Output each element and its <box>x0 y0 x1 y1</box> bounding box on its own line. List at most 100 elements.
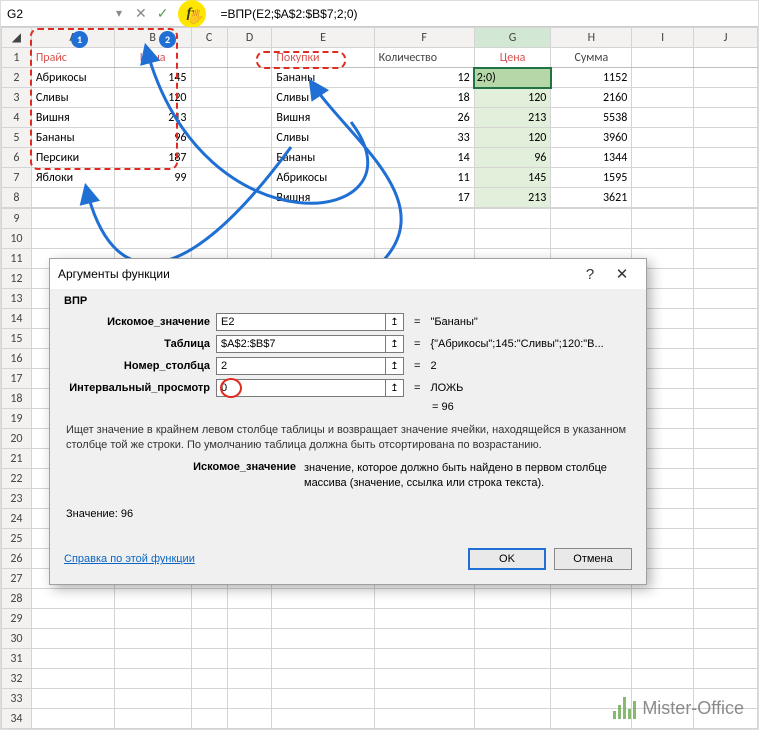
selected-cell[interactable]: 2;0) <box>474 68 551 88</box>
cell[interactable] <box>227 48 272 68</box>
cell[interactable]: 18 <box>374 88 474 108</box>
cell[interactable]: 5538 <box>551 108 632 128</box>
cell[interactable]: 99 <box>114 168 191 188</box>
cell[interactable] <box>694 589 758 609</box>
cell[interactable] <box>227 629 272 649</box>
cell[interactable] <box>191 209 227 229</box>
cell[interactable]: Абрикосы <box>31 68 114 88</box>
cell[interactable] <box>551 229 632 249</box>
help-link[interactable]: Справка по этой функции <box>64 553 460 565</box>
cell[interactable] <box>632 148 694 168</box>
range-picker-icon[interactable]: ↥ <box>386 379 404 397</box>
cell[interactable]: Вишня <box>272 188 374 208</box>
cell[interactable] <box>374 209 474 229</box>
cell[interactable] <box>114 209 191 229</box>
cell[interactable] <box>694 108 758 128</box>
cell[interactable] <box>694 629 758 649</box>
row-header[interactable]: 4 <box>2 108 32 128</box>
cell[interactable] <box>227 168 272 188</box>
cell[interactable] <box>114 589 191 609</box>
cell[interactable] <box>474 609 551 629</box>
cell[interactable] <box>694 389 758 409</box>
cancel-button[interactable]: Отмена <box>554 548 632 570</box>
col-header[interactable]: F <box>374 28 474 48</box>
cell[interactable] <box>272 229 374 249</box>
cell[interactable] <box>632 88 694 108</box>
cell[interactable] <box>551 209 632 229</box>
col-header[interactable]: G <box>474 28 551 48</box>
cell[interactable] <box>374 629 474 649</box>
cell[interactable] <box>191 629 227 649</box>
cell[interactable] <box>191 689 227 709</box>
cell[interactable] <box>694 469 758 489</box>
row-header[interactable]: 21 <box>2 449 32 469</box>
cell[interactable] <box>272 689 374 709</box>
cell[interactable] <box>191 229 227 249</box>
cell[interactable]: 11 <box>374 168 474 188</box>
cell[interactable] <box>694 509 758 529</box>
cell[interactable] <box>551 669 632 689</box>
cell[interactable]: 1595 <box>551 168 632 188</box>
row-header[interactable]: 1 <box>2 48 32 68</box>
cell[interactable] <box>227 649 272 669</box>
cell[interactable] <box>632 188 694 208</box>
cell[interactable] <box>31 649 114 669</box>
cell[interactable] <box>191 48 227 68</box>
cell[interactable] <box>632 589 694 609</box>
cell[interactable] <box>31 669 114 689</box>
cell[interactable] <box>694 229 758 249</box>
cell[interactable] <box>191 609 227 629</box>
cell[interactable]: Прайс <box>31 48 114 68</box>
col-header[interactable]: D <box>227 28 272 48</box>
cell[interactable] <box>227 68 272 88</box>
cell[interactable]: 17 <box>374 188 474 208</box>
row-header[interactable]: 31 <box>2 649 32 669</box>
cell[interactable] <box>374 709 474 729</box>
cell[interactable]: Бананы <box>272 148 374 168</box>
cell[interactable] <box>31 629 114 649</box>
cell[interactable] <box>374 589 474 609</box>
cell[interactable] <box>191 128 227 148</box>
cell[interactable] <box>191 88 227 108</box>
row-header[interactable]: 23 <box>2 489 32 509</box>
cell[interactable]: 96 <box>474 148 551 168</box>
cell[interactable]: 120 <box>474 88 551 108</box>
cell[interactable] <box>694 529 758 549</box>
cell[interactable] <box>474 649 551 669</box>
cell[interactable] <box>227 669 272 689</box>
cell[interactable]: 1152 <box>551 68 632 88</box>
cell[interactable] <box>227 128 272 148</box>
cell[interactable] <box>227 689 272 709</box>
row-header[interactable]: 32 <box>2 669 32 689</box>
cell[interactable] <box>272 589 374 609</box>
cell[interactable] <box>272 609 374 629</box>
cell[interactable] <box>191 68 227 88</box>
cell[interactable] <box>272 209 374 229</box>
cell[interactable] <box>694 349 758 369</box>
cell[interactable] <box>114 629 191 649</box>
cell[interactable] <box>31 188 114 208</box>
cell[interactable] <box>114 669 191 689</box>
row-header[interactable]: 5 <box>2 128 32 148</box>
cell[interactable]: 145 <box>474 168 551 188</box>
cell[interactable]: 14 <box>374 148 474 168</box>
cell[interactable]: 213 <box>474 108 551 128</box>
cell[interactable] <box>694 128 758 148</box>
cell[interactable] <box>694 669 758 689</box>
cell[interactable] <box>632 48 694 68</box>
select-all-corner[interactable]: ◢ <box>2 28 32 48</box>
cell[interactable]: Сливы <box>272 88 374 108</box>
cancel-icon[interactable]: ✕ <box>135 5 147 22</box>
cell[interactable] <box>551 649 632 669</box>
cell[interactable]: 3960 <box>551 128 632 148</box>
cell[interactable] <box>272 649 374 669</box>
cell[interactable] <box>694 369 758 389</box>
cell[interactable]: Абрикосы <box>272 168 374 188</box>
cell[interactable] <box>191 589 227 609</box>
cell[interactable] <box>694 209 758 229</box>
cell[interactable]: 120 <box>474 128 551 148</box>
cell[interactable]: 145 <box>114 68 191 88</box>
cell[interactable] <box>272 669 374 689</box>
arg-input-table[interactable] <box>216 335 386 353</box>
row-header[interactable]: 13 <box>2 289 32 309</box>
